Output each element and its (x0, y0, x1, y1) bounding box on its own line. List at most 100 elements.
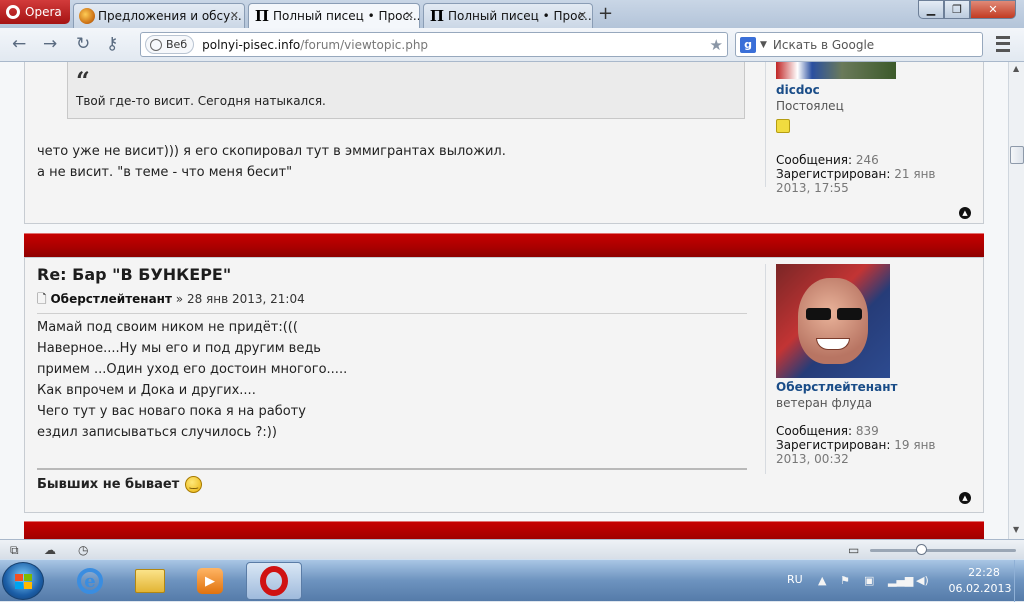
close-tab-icon[interactable]: ✕ (230, 9, 239, 22)
clock-time[interactable]: 22:28 (954, 566, 1014, 579)
site-info-badge[interactable]: Веб (145, 35, 195, 54)
quote-text: Твой где-то висит. Сегодня натыкался. (76, 94, 326, 108)
post-content: Re: Бар "В БУНКЕРЕ" 🗋 Оберстлейтенант » … (37, 264, 747, 310)
vertical-scrollbar[interactable]: ▲ ▼ (1008, 62, 1024, 539)
network-signal-icon[interactable]: ▂▄▆ (888, 574, 913, 587)
url-host: polnyi-pisec.info (202, 37, 301, 52)
rank-badge-icon (776, 119, 790, 133)
language-indicator[interactable]: RU (787, 573, 803, 586)
tab-polnyi-pisec-active[interactable]: П Полный писец • Прос... ✕ (248, 3, 420, 28)
opera-logo-icon (6, 5, 20, 19)
menu-icon[interactable] (996, 36, 1010, 52)
author-profile: Оберстлейтенант ветеран флуда Сообщения:… (765, 264, 980, 474)
profile-username-link[interactable]: dicdoc (776, 83, 936, 97)
start-button[interactable] (2, 562, 44, 600)
opera-menu-button[interactable]: Opera (0, 0, 70, 24)
profile-username-link[interactable]: Оберстлейтенант (776, 380, 936, 394)
taskbar-explorer-button[interactable] (122, 562, 178, 600)
taskbar-media-player-button[interactable]: ▶ (182, 562, 238, 600)
messages-label: Сообщения: (776, 153, 853, 167)
tab-suggestions[interactable]: Предложения и обсу... ✕ (73, 3, 245, 28)
scroll-up-icon[interactable]: ▲ (1013, 64, 1019, 73)
show-hidden-icons[interactable]: ▲ (818, 574, 826, 587)
post-line: Мамай под своим ником не придёт:((( (37, 320, 298, 335)
forward-arrow-icon[interactable]: → (43, 34, 57, 54)
windows-logo-icon (15, 574, 32, 589)
author-profile: dicdoc Постоялец Сообщения: 246 Зарегист… (765, 62, 980, 195)
registered-label: Зарегистрирован: (776, 167, 891, 181)
internet-explorer-icon: e (77, 568, 103, 594)
messages-label: Сообщения: (776, 424, 853, 438)
taskbar-opera-button[interactable] (246, 562, 302, 600)
show-desktop-button[interactable] (1014, 560, 1024, 602)
address-field[interactable]: Веб polnyi-pisec.info/forum/viewtopic.ph… (140, 32, 728, 57)
signature-divider (37, 468, 747, 470)
reload-icon[interactable]: ↻ (76, 34, 90, 54)
google-icon: g (740, 36, 756, 53)
windows-taskbar: e ▶ RU ▲ ⚑ ▣ ▂▄▆ ◀) 22:28 06.02.2013 (0, 559, 1024, 602)
forum-favicon-icon: П (254, 7, 270, 25)
post-date: 28 янв 2013, 21:04 (186, 292, 305, 306)
view-icon[interactable]: ▭ (848, 543, 859, 557)
back-arrow-icon[interactable]: ← (12, 34, 26, 54)
address-toolbar: ← → ↻ ⚷ Веб polnyi-pisec.info/forum/view… (0, 28, 1024, 62)
post-line: Чего тут у вас новаго пока я на работу (37, 404, 306, 419)
tab-polnyi-pisec[interactable]: П Полный писец • Прос... ✕ (423, 3, 593, 28)
registered-date: 21 янв (894, 167, 936, 181)
opera-menu-label: Opera (25, 5, 62, 19)
bookmark-star-icon[interactable]: ★ (710, 36, 723, 54)
post-header-bar (24, 233, 984, 257)
registered-time: 2013, 00:32 (776, 452, 849, 466)
window-close-button[interactable]: ✕ (970, 0, 1016, 19)
close-tab-icon[interactable]: ✕ (578, 9, 587, 22)
profile-rank: Постоялец (776, 99, 844, 113)
minimize-button[interactable]: ▁ (918, 0, 944, 19)
new-tab-button[interactable]: + (598, 3, 613, 24)
search-placeholder: Искать в Google (772, 37, 875, 52)
globe-icon (150, 38, 162, 51)
zoom-slider[interactable] (870, 549, 1016, 552)
post-file-icon[interactable]: 🗋 (37, 292, 47, 306)
back-to-top-icon[interactable]: ▲ (959, 207, 971, 219)
maximize-button[interactable]: ❐ (944, 0, 970, 19)
post-title-link[interactable]: Re: Бар "В БУНКЕРЕ" (37, 264, 747, 285)
back-to-top-icon[interactable]: ▲ (959, 492, 971, 504)
zoom-slider-handle[interactable] (916, 544, 927, 555)
post-text: чето уже не висит))) я его скопировал ту… (37, 141, 747, 183)
scrollbar-thumb[interactable] (1010, 146, 1024, 164)
post-line: чето уже не висит))) я его скопировал ту… (37, 144, 506, 159)
opera-icon (260, 566, 288, 596)
forum-favicon-icon: П (429, 7, 445, 25)
forum-post: “ Твой где-то висит. Сегодня натыкался. … (24, 62, 984, 224)
close-tab-icon[interactable]: ✕ (405, 9, 414, 22)
status-bar: ⧉ ☁ ◷ ▭ (0, 539, 1024, 559)
registered-time: 2013, 17:55 (776, 181, 849, 195)
key-icon[interactable]: ⚷ (106, 34, 118, 54)
volume-icon[interactable]: ◀) (916, 574, 929, 587)
clock-date[interactable]: 06.02.2013 (940, 582, 1020, 595)
speed-dial-icon[interactable]: ◷ (78, 543, 88, 557)
search-field[interactable]: g ▼ Искать в Google (735, 32, 983, 57)
quote-mark: “ (76, 66, 90, 95)
avatar[interactable] (776, 264, 890, 378)
date-separator: » (175, 292, 184, 306)
action-center-icon[interactable]: ⚑ (840, 574, 850, 587)
messages-count: 839 (855, 424, 879, 438)
taskbar-ie-button[interactable]: e (62, 562, 118, 600)
forum-post: Re: Бар "В БУНКЕРЕ" 🗋 Оберстлейтенант » … (24, 257, 984, 513)
scroll-down-icon[interactable]: ▼ (1013, 525, 1019, 534)
cloud-icon[interactable]: ☁ (44, 543, 56, 557)
avatar[interactable] (776, 62, 896, 79)
device-icon[interactable]: ▣ (864, 574, 874, 587)
post-line: а не висит. "в теме - что меня бесит" (37, 165, 293, 180)
registered-label: Зарегистрирован: (776, 438, 891, 452)
url-path: /forum/viewtopic.php (300, 37, 429, 52)
page-viewport: “ Твой где-то висит. Сегодня натыкался. … (0, 62, 1008, 539)
post-author-link[interactable]: Оберстлейтенант (50, 292, 171, 306)
site-favicon-icon (79, 8, 95, 24)
profile-rank: ветеран флуда (776, 396, 873, 410)
panel-toggle-icon[interactable]: ⧉ (10, 543, 19, 558)
chevron-down-icon[interactable]: ▼ (760, 40, 767, 50)
post-meta: 🗋 Оберстлейтенант » 28 янв 2013, 21:04 (37, 289, 747, 310)
post-line: примем ...Один уход его достоин многого.… (37, 362, 348, 377)
